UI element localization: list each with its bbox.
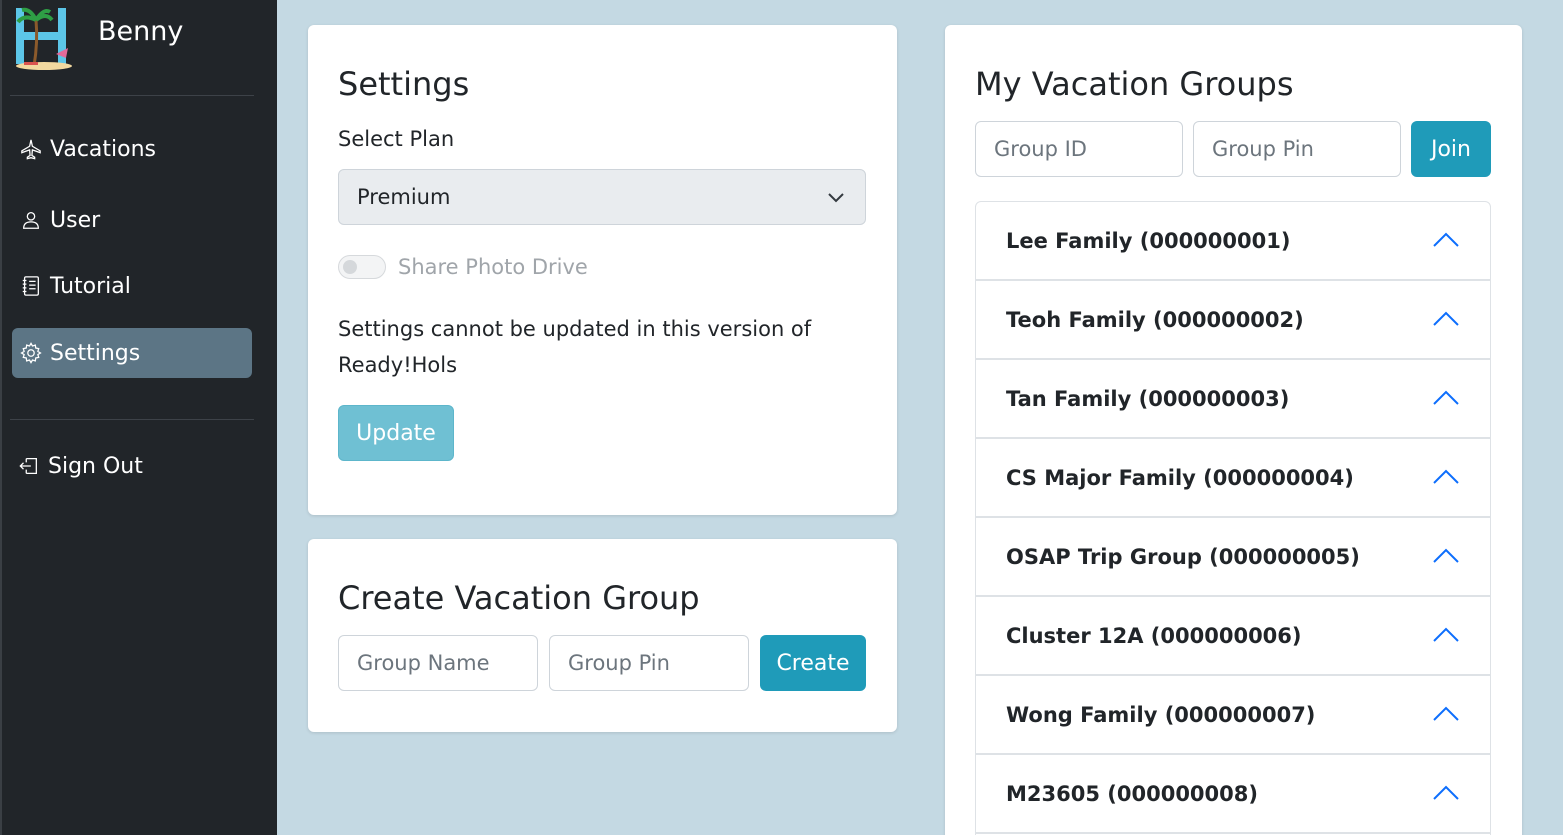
group-label: Wong Family (000000007) — [1006, 702, 1316, 727]
join-group-pin-input[interactable]: Group Pin — [1193, 121, 1401, 177]
group-item[interactable]: Cluster 12A (000000006) — [976, 597, 1490, 676]
group-label: Lee Family (000000001) — [1006, 228, 1291, 253]
sidebar-item-tutorial[interactable]: Tutorial — [12, 261, 252, 311]
sidebar-divider — [10, 419, 254, 420]
group-item[interactable]: M23605 (000000008) — [976, 755, 1490, 834]
sidebar-divider — [10, 95, 254, 96]
groups-accordion: Lee Family (000000001) Teoh Family (0000… — [975, 201, 1491, 835]
sign-out-button[interactable]: Sign Out — [10, 441, 250, 491]
chevron-up-icon — [1433, 785, 1459, 800]
group-label: Teoh Family (000000002) — [1006, 307, 1304, 332]
my-groups-title: My Vacation Groups — [975, 65, 1294, 103]
gear-icon — [18, 340, 44, 366]
group-label: Cluster 12A (000000006) — [1006, 623, 1302, 648]
join-button[interactable]: Join — [1411, 121, 1491, 177]
chevron-up-icon — [1433, 548, 1459, 563]
sign-out-icon — [16, 453, 42, 479]
group-label: CS Major Family (000000004) — [1006, 465, 1354, 490]
group-id-input[interactable]: Group ID — [975, 121, 1183, 177]
sidebar-item-label: User — [50, 207, 101, 233]
share-photo-drive-toggle[interactable] — [338, 255, 386, 279]
group-item[interactable]: Wong Family (000000007) — [976, 676, 1490, 755]
create-group-title: Create Vacation Group — [338, 579, 700, 617]
group-item[interactable]: Lee Family (000000001) — [976, 202, 1490, 281]
group-item[interactable]: Teoh Family (000000002) — [976, 281, 1490, 360]
share-photo-drive-label: Share Photo Drive — [398, 255, 588, 279]
journal-icon — [18, 273, 44, 299]
group-label: Tan Family (000000003) — [1006, 386, 1290, 411]
airplane-icon — [18, 136, 44, 162]
update-button[interactable]: Update — [338, 405, 454, 461]
sidebar-item-vacations[interactable]: Vacations — [12, 124, 252, 174]
sidebar-item-label: Settings — [50, 340, 141, 366]
select-plan-label: Select Plan — [338, 127, 455, 151]
chevron-down-icon — [828, 193, 844, 203]
sign-out-label: Sign Out — [48, 453, 143, 479]
group-label: M23605 (000000008) — [1006, 781, 1258, 806]
settings-note: Settings cannot be updated in this versi… — [338, 317, 812, 377]
toggle-knob — [343, 260, 357, 274]
group-pin-input[interactable]: Group Pin — [549, 635, 749, 691]
create-button[interactable]: Create — [760, 635, 866, 691]
settings-title: Settings — [338, 65, 470, 103]
chevron-up-icon — [1433, 390, 1459, 405]
plan-select[interactable]: Premium — [338, 169, 866, 225]
chevron-up-icon — [1433, 627, 1459, 642]
app-logo[interactable] — [12, 6, 74, 70]
group-item[interactable]: Tan Family (000000003) — [976, 360, 1490, 439]
create-group-card: Create Vacation Group Group Name Group P… — [308, 539, 897, 732]
plan-select-value: Premium — [357, 185, 451, 209]
group-label: OSAP Trip Group (000000005) — [1006, 544, 1360, 569]
chevron-up-icon — [1433, 706, 1459, 721]
group-item[interactable]: OSAP Trip Group (000000005) — [976, 518, 1490, 597]
sidebar-edge — [0, 0, 2, 835]
group-item[interactable]: CS Major Family (000000004) — [976, 439, 1490, 518]
sidebar-item-user[interactable]: User — [12, 195, 252, 245]
beach-logo-icon — [16, 7, 72, 70]
sidebar: Benny Vacations User Tutorial Settings S… — [0, 0, 277, 835]
chevron-up-icon — [1433, 232, 1459, 247]
settings-card: Settings Select Plan Premium Share Photo… — [308, 25, 897, 515]
sidebar-item-label: Vacations — [50, 136, 157, 162]
chevron-up-icon — [1433, 469, 1459, 484]
person-icon — [18, 207, 44, 233]
sidebar-item-settings[interactable]: Settings — [12, 328, 252, 378]
sidebar-item-label: Tutorial — [50, 273, 131, 299]
brand-name: Benny — [98, 16, 184, 47]
chevron-up-icon — [1433, 311, 1459, 326]
group-name-input[interactable]: Group Name — [338, 635, 538, 691]
